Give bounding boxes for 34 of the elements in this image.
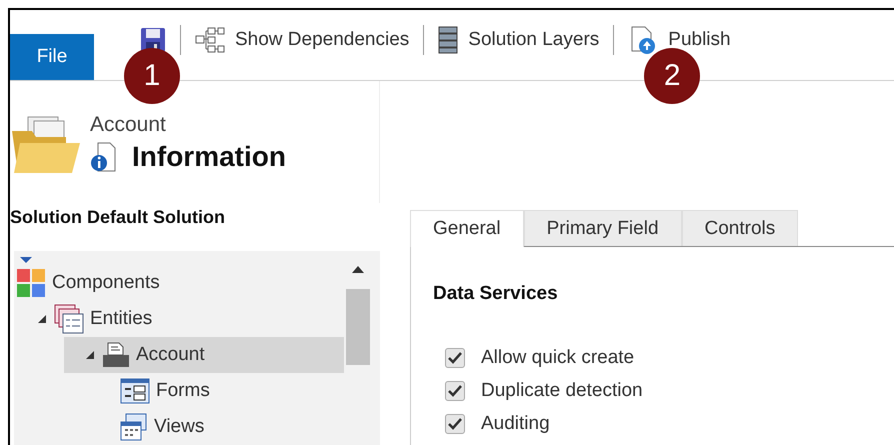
entity-name: Account <box>90 113 167 137</box>
section-title: Data Services <box>433 283 559 305</box>
save-icon[interactable] <box>140 27 166 53</box>
step-badge: 1 <box>124 48 180 104</box>
file-tab[interactable]: File <box>10 34 94 80</box>
tiles-icon <box>16 268 46 298</box>
tree-item[interactable]: Entities <box>14 301 344 337</box>
checkbox[interactable] <box>445 380 465 400</box>
info-document-icon <box>90 142 116 172</box>
checkbox[interactable] <box>445 414 465 434</box>
form-icon <box>120 378 150 404</box>
tree-item[interactable]: Components <box>14 265 344 301</box>
tab[interactable]: General <box>410 210 524 247</box>
option-label: Duplicate detection <box>481 380 643 402</box>
calendar-icon <box>120 413 148 441</box>
solution-title: Solution Default Solution <box>10 206 226 230</box>
entities-icon <box>54 304 84 334</box>
tab[interactable]: Primary Field <box>524 210 682 246</box>
checkbox[interactable] <box>445 348 465 368</box>
page-title: Information <box>132 141 286 173</box>
tree-item[interactable]: Views <box>64 409 344 445</box>
layers-icon <box>438 26 458 54</box>
layers-button[interactable]: Solution Layers <box>438 26 600 54</box>
printer-icon <box>102 342 130 368</box>
dependencies-icon <box>195 27 225 53</box>
tree-item[interactable]: Forms <box>64 373 344 409</box>
step-badge: 2 <box>644 48 700 104</box>
tab[interactable]: Controls <box>682 210 798 246</box>
option-label: Allow quick create <box>481 346 634 368</box>
option-label: Auditing <box>481 412 550 434</box>
dependencies-button[interactable]: Show Dependencies <box>195 27 410 53</box>
tree-item[interactable]: Account <box>64 337 344 373</box>
collapse-icon <box>20 257 32 265</box>
scroll-up-icon <box>352 265 364 273</box>
